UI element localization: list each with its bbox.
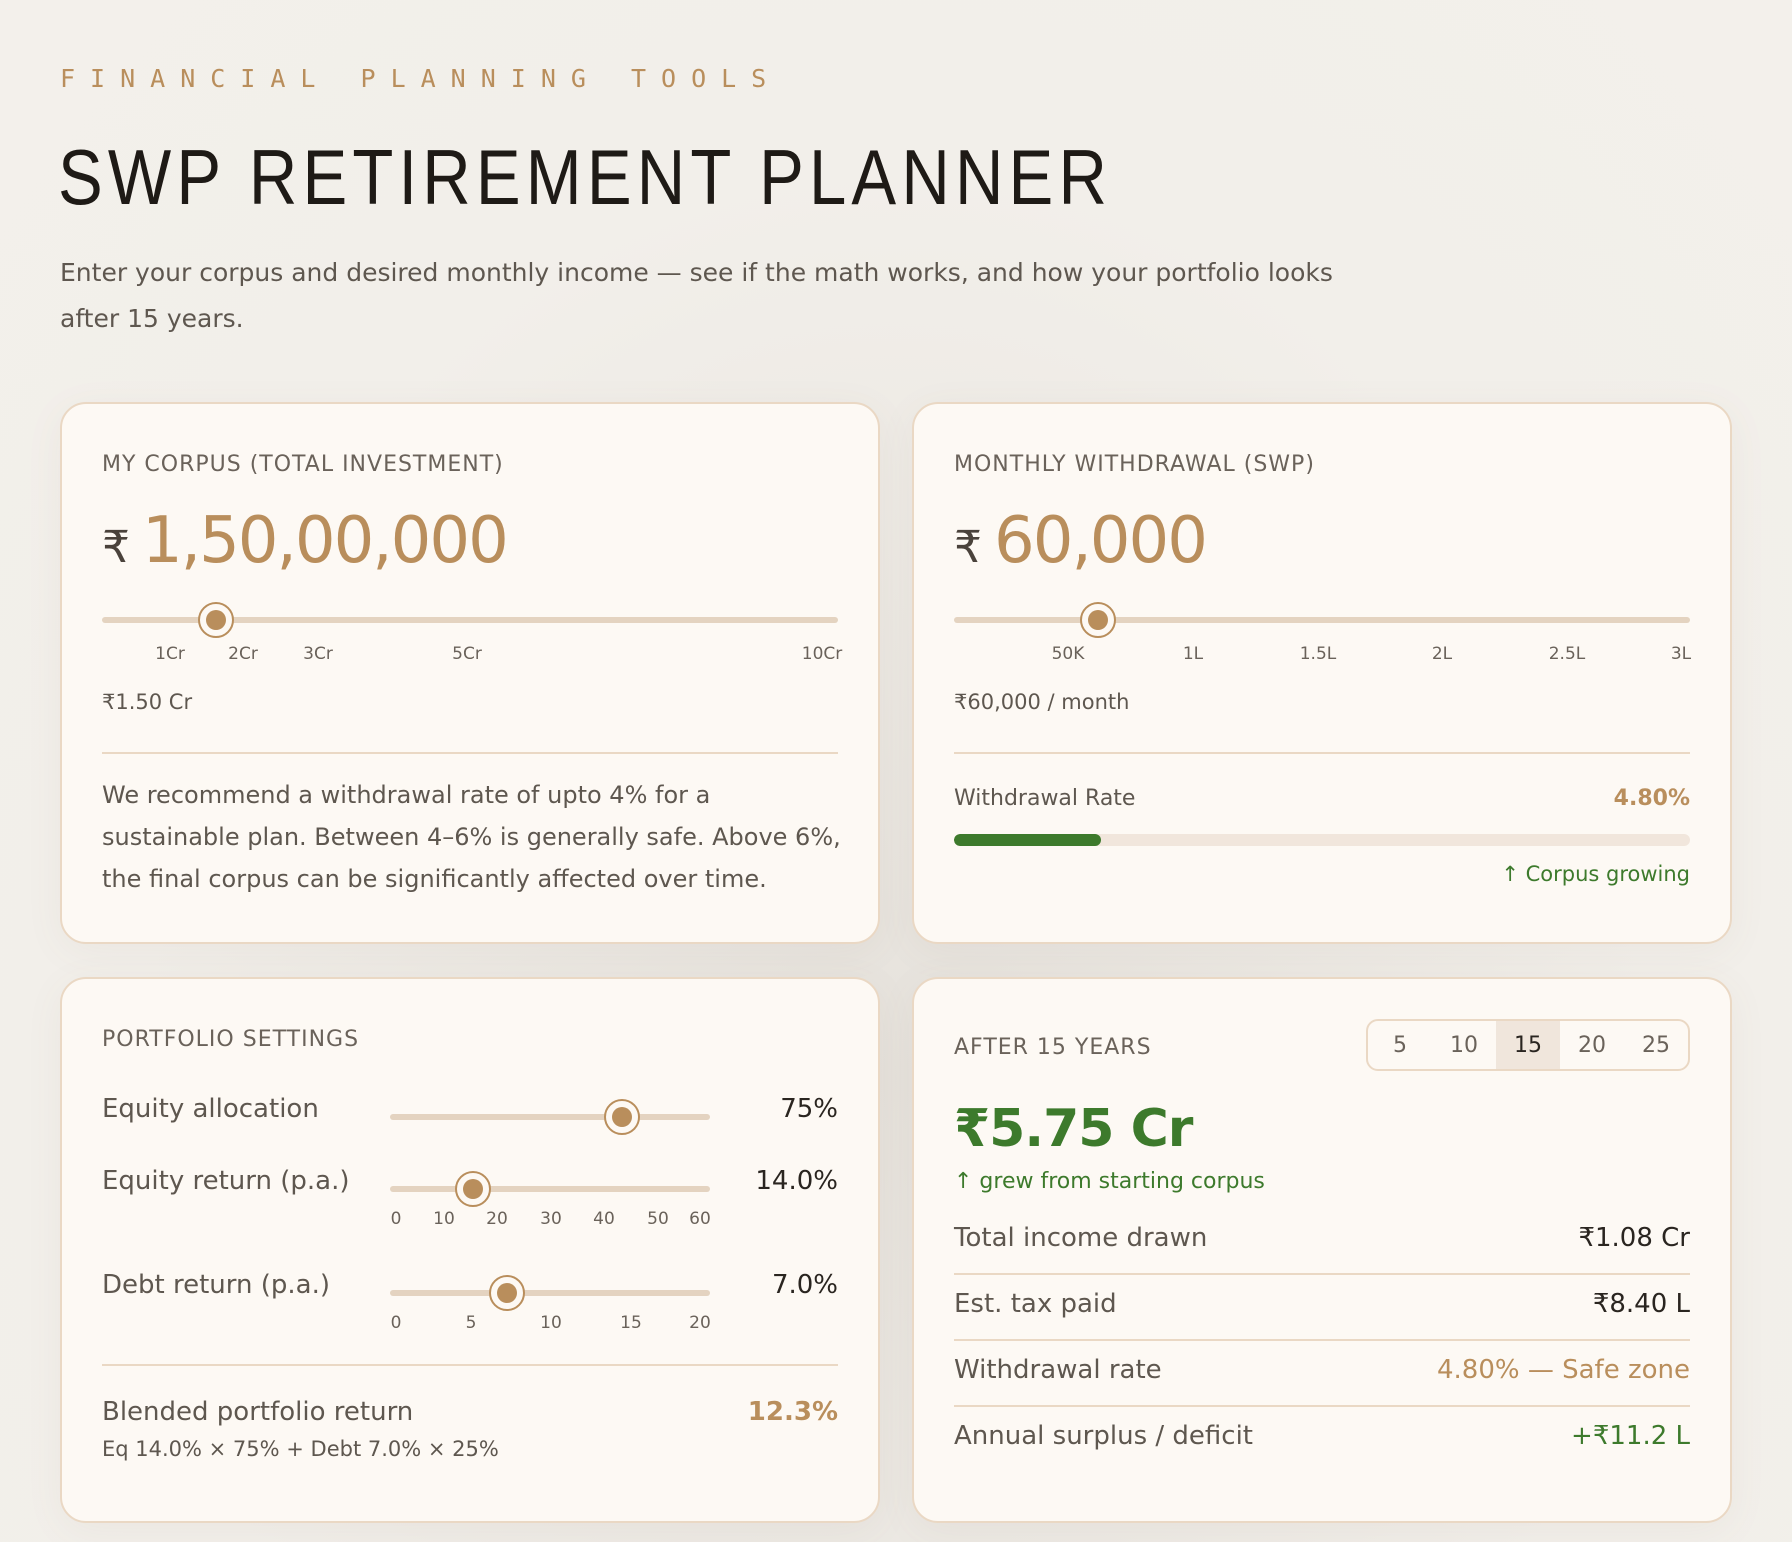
rupee-symbol: ₹ <box>102 522 130 573</box>
summary-row: Total income drawn ₹1.08 Cr <box>954 1209 1690 1275</box>
year-option-5[interactable]: 5 <box>1368 1021 1432 1069</box>
swp-value: 60,000 <box>994 504 1208 578</box>
summary-row: Est. tax paid ₹8.40 L <box>954 1275 1690 1341</box>
recommendation-text: We recommend a withdrawal rate of upto 4… <box>102 781 841 893</box>
summary-row: Annual surplus / deficit +₹11.2 L <box>954 1407 1690 1473</box>
summary-row-label: Annual surplus / deficit <box>954 1421 1253 1451</box>
equity-return-tick: 60 <box>689 1209 711 1229</box>
blended-return-value: 12.3% <box>747 1397 838 1427</box>
swp-tick: 3L <box>1670 644 1692 664</box>
equity-return-tick: 0 <box>390 1209 402 1229</box>
swp-tick: 1L <box>1182 644 1204 664</box>
withdrawal-rate-value: 4.80% <box>1613 786 1690 811</box>
equity-allocation-value: 75% <box>780 1094 838 1124</box>
withdrawal-rate-label: Withdrawal Rate <box>954 786 1136 811</box>
rupee-symbol: ₹ <box>954 522 982 573</box>
equity-allocation-track[interactable] <box>390 1114 710 1120</box>
summary-row-label: Est. tax paid <box>954 1289 1117 1319</box>
swp-caption: ₹60,000 / month <box>954 690 1130 714</box>
swp-card: MONTHLY WITHDRAWAL (SWP) ₹ 60,000 50K 1L… <box>912 402 1732 944</box>
grew-note: ↑ grew from starting corpus <box>954 1169 1265 1194</box>
page-title: SWP RETIREMENT PLANNER <box>58 133 1113 221</box>
final-corpus-value: ₹5.75 Cr <box>954 1099 1193 1159</box>
debt-return-tick: 10 <box>540 1313 562 1333</box>
debt-return-label: Debt return (p.a.) <box>102 1270 330 1300</box>
divider <box>102 752 838 754</box>
swp-slider-track[interactable] <box>954 617 1690 623</box>
swp-amount: ₹ 60,000 <box>954 504 1208 578</box>
summary-row-value: ₹8.40 L <box>1592 1289 1690 1319</box>
blended-return-label: Blended portfolio return <box>102 1397 414 1427</box>
corpus-label: MY CORPUS (TOTAL INVESTMENT) <box>102 452 504 477</box>
debt-return-tick: 0 <box>390 1313 402 1333</box>
debt-return-tick: 15 <box>620 1313 642 1333</box>
divider <box>954 752 1690 754</box>
swp-label: MONTHLY WITHDRAWAL (SWP) <box>954 452 1315 477</box>
debt-return-thumb[interactable] <box>489 1275 525 1311</box>
corpus-tick: 3Cr <box>303 644 333 664</box>
swp-slider-thumb[interactable] <box>1080 602 1116 638</box>
equity-return-thumb[interactable] <box>455 1171 491 1207</box>
withdrawal-rate-bar <box>954 834 1690 846</box>
year-option-20[interactable]: 20 <box>1560 1021 1624 1069</box>
page-subtitle: Enter your corpus and desired monthly in… <box>60 258 1333 333</box>
equity-return-value: 14.0% <box>755 1166 838 1196</box>
divider <box>102 1364 838 1366</box>
corpus-slider-thumb[interactable] <box>198 602 234 638</box>
equity-return-label: Equity return (p.a.) <box>102 1166 350 1196</box>
portfolio-label: PORTFOLIO SETTINGS <box>102 1027 360 1052</box>
page: FINANCIAL PLANNING TOOLS SWP RETIREMENT … <box>0 0 1792 1542</box>
debt-return-value: 7.0% <box>771 1270 838 1300</box>
portfolio-card: PORTFOLIO SETTINGS Equity allocation 75%… <box>60 977 880 1523</box>
corpus-status: ↑ Corpus growing <box>1501 862 1690 886</box>
eyebrow: FINANCIAL PLANNING TOOLS <box>60 64 782 93</box>
withdrawal-rate-fill <box>954 834 1102 846</box>
equity-return-tick: 30 <box>540 1209 562 1229</box>
equity-allocation-label: Equity allocation <box>102 1094 319 1124</box>
corpus-tick: 10Cr <box>801 644 843 664</box>
equity-return-track[interactable] <box>390 1186 710 1192</box>
summary-row-value: 4.80% — Safe zone <box>1436 1355 1690 1385</box>
year-option-10[interactable]: 10 <box>1432 1021 1496 1069</box>
summary-row-label: Withdrawal rate <box>954 1355 1162 1385</box>
summary-row-value: +₹11.2 L <box>1571 1421 1690 1451</box>
swp-tick: 1.5L <box>1299 644 1337 664</box>
corpus-caption: ₹1.50 Cr <box>102 690 193 714</box>
year-option-15[interactable]: 15 <box>1496 1021 1560 1069</box>
swp-tick: 2L <box>1431 644 1453 664</box>
equity-return-tick: 10 <box>433 1209 455 1229</box>
debt-return-track[interactable] <box>390 1290 710 1296</box>
corpus-value: 1,50,00,000 <box>142 504 509 578</box>
summary-row-label: Total income drawn <box>954 1223 1208 1253</box>
equity-return-tick: 20 <box>486 1209 508 1229</box>
corpus-card: MY CORPUS (TOTAL INVESTMENT) ₹ 1,50,00,0… <box>60 402 880 944</box>
blended-return-formula: Eq 14.0% × 75% + Debt 7.0% × 25% <box>102 1437 499 1461</box>
equity-return-tick: 50 <box>647 1209 669 1229</box>
corpus-tick: 5Cr <box>452 644 482 664</box>
after-years-card: AFTER 15 YEARS 5 10 15 20 25 ₹5.75 Cr ↑ … <box>912 977 1732 1523</box>
corpus-tick: 1Cr <box>155 644 185 664</box>
summary-row-value: ₹1.08 Cr <box>1578 1223 1690 1253</box>
summary-row: Withdrawal rate 4.80% — Safe zone <box>954 1341 1690 1407</box>
after-years-label: AFTER 15 YEARS <box>954 1035 1152 1060</box>
corpus-amount: ₹ 1,50,00,000 <box>102 504 509 578</box>
debt-return-tick: 20 <box>689 1313 711 1333</box>
debt-return-tick: 5 <box>465 1313 477 1333</box>
equity-allocation-thumb[interactable] <box>604 1099 640 1135</box>
corpus-tick: 2Cr <box>228 644 258 664</box>
swp-tick: 2.5L <box>1548 644 1586 664</box>
equity-return-tick: 40 <box>593 1209 615 1229</box>
swp-tick: 50K <box>1051 644 1085 664</box>
year-option-25[interactable]: 25 <box>1624 1021 1688 1069</box>
year-selector: 5 10 15 20 25 <box>1366 1019 1690 1071</box>
